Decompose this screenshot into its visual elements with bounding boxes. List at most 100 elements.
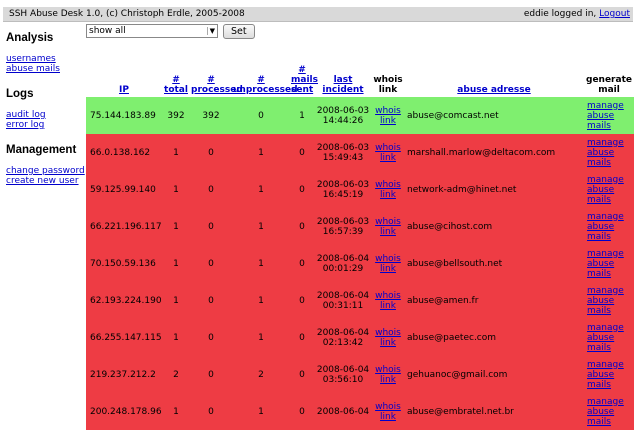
cell-mails-sent: 1 xyxy=(290,97,314,134)
cell-ip: 75.144.183.89 xyxy=(86,97,162,134)
cell-ip: 66.0.138.162 xyxy=(86,134,162,171)
table-row: 66.221.196.117 1 0 1 0 2008-06-03 16:57:39 whoi… xyxy=(86,208,634,245)
cell-unprocessed: 1 xyxy=(232,245,290,282)
cell-ip: 219.237.212.2 xyxy=(86,356,162,393)
manage-abuse-mails-link[interactable]: manage abuse mails xyxy=(587,397,624,427)
cell-generate-mail: manage abuse mails xyxy=(584,245,634,282)
cell-ip: 200.248.178.96 xyxy=(86,393,162,430)
cell-total: 1 xyxy=(162,134,190,171)
whois-link[interactable]: whois link xyxy=(375,254,401,274)
cell-total: 1 xyxy=(162,282,190,319)
cell-whois: whois link xyxy=(372,319,404,356)
ip-table: IP # total # processed # unprocessed # mails… xyxy=(86,64,634,430)
whois-link[interactable]: whois link xyxy=(375,106,401,126)
cell-abuse-adresse: network-adm@hinet.net xyxy=(404,171,584,208)
col-header-processed[interactable]: # processed xyxy=(190,64,243,97)
col-header-mails-sent[interactable]: # mails sent xyxy=(290,64,318,97)
col-header-ip[interactable]: IP xyxy=(86,64,162,97)
cell-total: 1 xyxy=(162,245,190,282)
app-title: SSH Abuse Desk 1.0, (c) Christoph Erdle,… xyxy=(9,9,245,19)
cell-unprocessed: 0 xyxy=(232,97,290,134)
cell-unprocessed: 1 xyxy=(232,282,290,319)
cell-whois: whois link xyxy=(372,393,404,430)
whois-link[interactable]: whois link xyxy=(375,291,401,311)
cell-generate-mail: manage abuse mails xyxy=(584,97,634,134)
cell-last-incident: 2008-06-04 00:31:11 xyxy=(314,282,372,319)
whois-link[interactable]: whois link xyxy=(375,328,401,348)
whois-link[interactable]: whois link xyxy=(375,217,401,237)
cell-generate-mail: manage abuse mails xyxy=(584,134,634,171)
cell-generate-mail: manage abuse mails xyxy=(584,356,634,393)
sidebar-link-abuse-mails[interactable]: abuse mails xyxy=(6,64,86,74)
cell-last-incident: 2008-06-04 02:13:42 xyxy=(314,319,372,356)
col-header-last-incident[interactable]: last incident xyxy=(314,64,372,97)
cell-total: 1 xyxy=(162,208,190,245)
cell-processed: 0 xyxy=(190,356,232,393)
cell-last-incident: 2008-06-04 03:56:10 xyxy=(314,356,372,393)
sidebar-link-create-new-user[interactable]: create new user xyxy=(6,176,86,186)
set-button[interactable]: Set xyxy=(223,24,255,39)
manage-abuse-mails-link[interactable]: manage abuse mails xyxy=(587,212,624,242)
cell-abuse-adresse: abuse@embratel.net.br xyxy=(404,393,584,430)
sidebar-link-change-password[interactable]: change password xyxy=(6,166,86,176)
cell-abuse-adresse: gehuanoc@gmail.com xyxy=(404,356,584,393)
cell-abuse-adresse: marshall.marlow@deltacom.com xyxy=(404,134,584,171)
cell-whois: whois link xyxy=(372,356,404,393)
whois-link[interactable]: whois link xyxy=(375,180,401,200)
cell-last-incident: 2008-06-04 xyxy=(314,393,372,430)
cell-whois: whois link xyxy=(372,171,404,208)
cell-whois: whois link xyxy=(372,134,404,171)
cell-total: 1 xyxy=(162,171,190,208)
whois-link[interactable]: whois link xyxy=(375,143,401,163)
sidebar-link-usernames[interactable]: usernames xyxy=(6,54,86,64)
manage-abuse-mails-link[interactable]: manage abuse mails xyxy=(587,138,624,168)
manage-abuse-mails-link[interactable]: manage abuse mails xyxy=(587,286,624,316)
filter-select[interactable]: show all ▼ xyxy=(86,24,218,38)
cell-processed: 0 xyxy=(190,282,232,319)
cell-processed: 0 xyxy=(190,393,232,430)
cell-ip: 59.125.99.140 xyxy=(86,171,162,208)
cell-abuse-adresse: abuse@amen.fr xyxy=(404,282,584,319)
cell-whois: whois link xyxy=(372,282,404,319)
cell-total: 1 xyxy=(162,393,190,430)
cell-total: 2 xyxy=(162,356,190,393)
col-header-total[interactable]: # total xyxy=(162,64,190,97)
cell-mails-sent: 0 xyxy=(290,319,314,356)
cell-processed: 392 xyxy=(190,97,232,134)
table-row: 62.193.224.190 1 0 1 0 2008-06-04 00:31:11 whoi… xyxy=(86,282,634,319)
col-header-whois: whois link xyxy=(373,75,403,95)
col-header-unprocessed[interactable]: # unprocessed xyxy=(232,64,298,97)
cell-whois: whois link xyxy=(372,245,404,282)
sidebar-heading-logs: Logs xyxy=(6,88,34,100)
cell-unprocessed: 2 xyxy=(232,356,290,393)
cell-total: 392 xyxy=(162,97,190,134)
cell-generate-mail: manage abuse mails xyxy=(584,208,634,245)
cell-generate-mail: manage abuse mails xyxy=(584,171,634,208)
sidebar-link-audit-log[interactable]: audit log xyxy=(6,110,86,120)
manage-abuse-mails-link[interactable]: manage abuse mails xyxy=(587,101,624,131)
cell-last-incident: 2008-06-03 14:44:26 xyxy=(314,97,372,134)
table-header-row: IP # total # processed # unprocessed # mails… xyxy=(86,64,634,97)
cell-last-incident: 2008-06-03 16:45:19 xyxy=(314,171,372,208)
cell-total: 1 xyxy=(162,319,190,356)
sidebar-link-error-log[interactable]: error log xyxy=(6,120,86,130)
table-row: 66.0.138.162 1 0 1 0 2008-06-03 15:49:43 whois l… xyxy=(86,134,634,171)
whois-link[interactable]: whois link xyxy=(375,365,401,385)
cell-processed: 0 xyxy=(190,245,232,282)
cell-mails-sent: 0 xyxy=(290,134,314,171)
cell-last-incident: 2008-06-03 15:49:43 xyxy=(314,134,372,171)
col-header-abuse-adresse[interactable]: abuse adresse xyxy=(404,64,584,97)
manage-abuse-mails-link[interactable]: manage abuse mails xyxy=(587,249,624,279)
cell-ip: 62.193.224.190 xyxy=(86,282,162,319)
manage-abuse-mails-link[interactable]: manage abuse mails xyxy=(587,323,624,353)
whois-link[interactable]: whois link xyxy=(375,402,401,422)
user-status: eddie logged in, Logout xyxy=(524,9,630,19)
cell-unprocessed: 1 xyxy=(232,171,290,208)
table-row: 75.144.183.89 392 392 0 1 2008-06-03 14:44:26 w… xyxy=(86,97,634,134)
logout-link[interactable]: Logout xyxy=(599,9,630,19)
manage-abuse-mails-link[interactable]: manage abuse mails xyxy=(587,360,624,390)
header-bar: SSH Abuse Desk 1.0, (c) Christoph Erdle,… xyxy=(3,7,633,22)
manage-abuse-mails-link[interactable]: manage abuse mails xyxy=(587,175,624,205)
sidebar: Analysis usernames abuse mails Logs audi… xyxy=(6,32,86,200)
table-row: 59.125.99.140 1 0 1 0 2008-06-03 16:45:19 whois… xyxy=(86,171,634,208)
